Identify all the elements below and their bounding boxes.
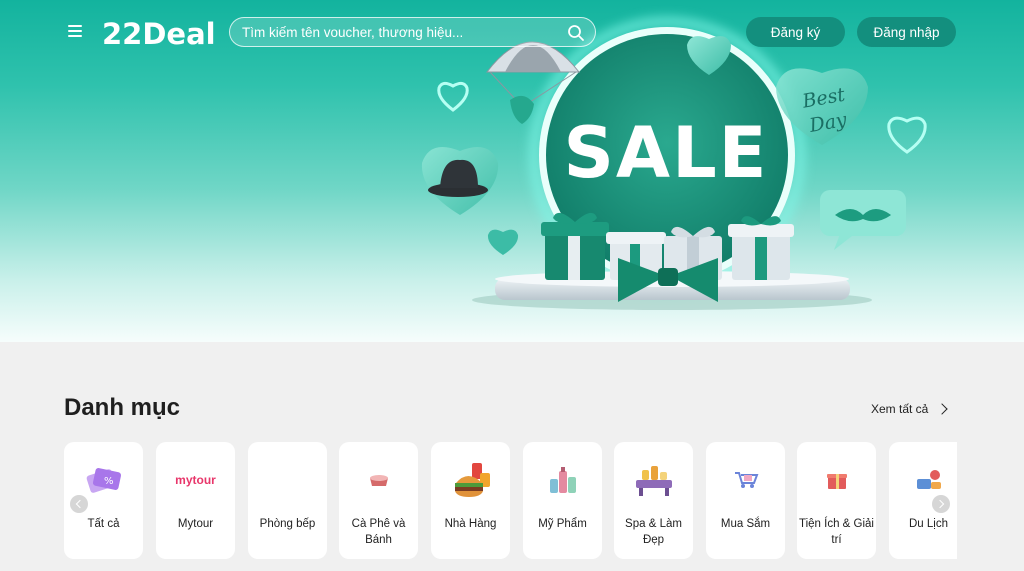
category-label: Phòng bếp	[259, 518, 316, 530]
svg-text:%: %	[104, 476, 114, 487]
category-card-spa[interactable]: Spa & Làm Đẹp	[614, 442, 693, 559]
hamburger-menu-icon[interactable]	[68, 22, 90, 42]
view-all-label: Xem tất cả	[871, 402, 929, 416]
category-card-coffee-cake[interactable]: Cà Phê và Bánh	[339, 442, 418, 559]
category-label: Cà Phê và Bánh	[351, 518, 406, 546]
category-card-mytour[interactable]: mytour Mytour	[156, 442, 235, 559]
category-label: Spa & Làm Đẹp	[625, 518, 682, 546]
gift-icon	[811, 458, 862, 502]
category-label: Mua Sắm	[720, 518, 771, 530]
coffee-cake-icon	[353, 458, 404, 502]
spa-icon	[628, 458, 679, 502]
carousel-prev-button[interactable]	[70, 495, 88, 513]
mustache-bubble	[820, 190, 906, 250]
top-navigation-bar: 22Deal Tìm kiếm tên voucher, thương hiệu…	[0, 14, 1024, 50]
mytour-logo-text: mytour	[175, 473, 216, 487]
coupon-icon: %	[78, 458, 129, 502]
site-logo-text: 22Deal	[102, 17, 214, 50]
chevron-right-icon	[936, 403, 949, 415]
login-button[interactable]: Đăng nhập	[857, 17, 956, 47]
view-all-link[interactable]: Xem tất cả	[871, 402, 949, 416]
category-section: Danh mục Xem tất cả % Tất cả mytour Myto…	[0, 342, 1024, 571]
section-title: Danh mục	[64, 394, 181, 421]
category-label: Tất cả	[87, 518, 120, 530]
site-logo[interactable]: 22Deal	[102, 16, 214, 50]
shopping-cart-icon	[720, 458, 771, 502]
kitchen-icon	[262, 458, 313, 502]
register-button[interactable]: Đăng ký	[746, 17, 845, 47]
category-label: Tiện Ích & Giải trí	[799, 518, 874, 546]
search-box[interactable]: Tìm kiếm tên voucher, thương hiệu...	[229, 17, 596, 47]
carousel-next-button[interactable]	[932, 495, 950, 513]
category-card-shopping[interactable]: Mua Sắm	[706, 442, 785, 559]
mytour-logo: mytour	[170, 458, 221, 502]
cosmetics-icon	[537, 458, 588, 502]
sale-banner-illustration	[421, 16, 927, 310]
heart-outline	[887, 116, 927, 154]
category-label: Mỹ Phẩm	[538, 518, 587, 530]
category-card-cosmetics[interactable]: Mỹ Phẩm	[523, 442, 602, 559]
category-label: Mytour	[177, 518, 214, 530]
sale-headline: SALE	[563, 112, 769, 194]
category-carousel: % Tất cả mytour Mytour Phòng bếp Cà Phê …	[64, 442, 957, 571]
burger-icon	[445, 458, 496, 502]
travel-icon	[903, 458, 954, 502]
category-card-restaurant[interactable]: Nhà Hàng	[431, 442, 510, 559]
category-card-utilities[interactable]: Tiện Ích & Giải trí	[797, 442, 876, 559]
search-icon[interactable]	[567, 24, 585, 42]
category-label: Du Lịch	[909, 518, 948, 530]
category-label: Nhà Hàng	[444, 518, 497, 530]
hero-banner[interactable]: SALE Best Day 22Deal Tìm kiếm tên vouche…	[0, 0, 1024, 342]
heart-outline	[437, 81, 469, 112]
category-card-kitchen[interactable]: Phòng bếp	[248, 442, 327, 559]
search-input[interactable]: Tìm kiếm tên voucher, thương hiệu...	[242, 25, 463, 40]
